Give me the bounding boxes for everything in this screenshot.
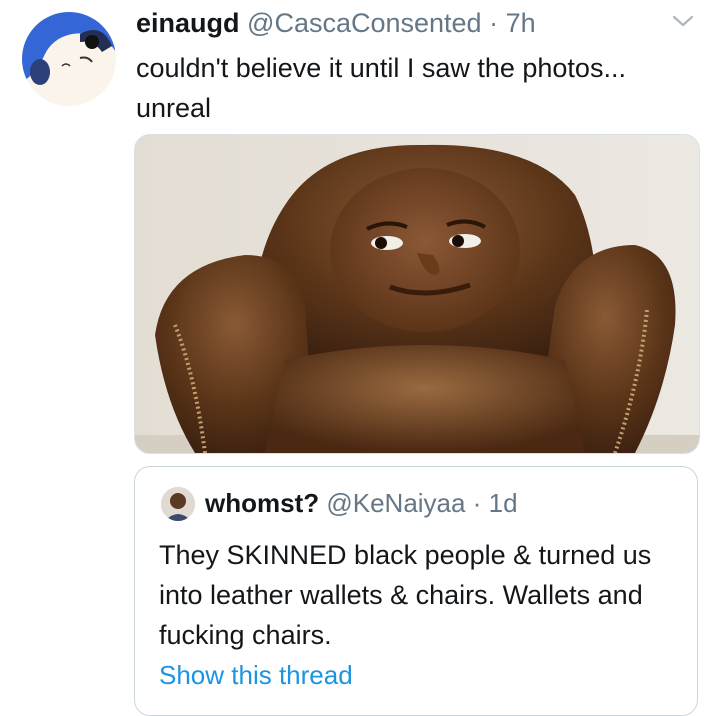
separator-dot: · bbox=[489, 8, 499, 38]
quoted-tweet-text: They SKINNED black people & turned us in… bbox=[159, 540, 652, 650]
user-handle[interactable]: @CascaConsented bbox=[247, 8, 482, 38]
quoted-tweet-card[interactable]: whomst? @KeNaiyaa · 1d They SKINNED blac… bbox=[134, 466, 698, 716]
separator-dot: · bbox=[472, 488, 482, 518]
quoted-display-name[interactable]: whomst? bbox=[205, 488, 319, 518]
tweet-header: einaugd @CascaConsented · 7h bbox=[136, 4, 700, 42]
quoted-handle[interactable]: @KeNaiyaa bbox=[326, 488, 465, 518]
display-name[interactable]: einaugd bbox=[136, 8, 240, 38]
leather-armchair-photo bbox=[135, 135, 699, 453]
chevron-down-icon[interactable] bbox=[670, 10, 696, 32]
quoted-timestamp[interactable]: 1d bbox=[489, 488, 518, 518]
profile-photo-icon bbox=[161, 487, 195, 521]
quoted-avatar[interactable] bbox=[161, 487, 195, 521]
show-thread-link[interactable]: Show this thread bbox=[159, 657, 353, 693]
cartoon-character-avatar-icon bbox=[22, 12, 116, 106]
avatar[interactable] bbox=[22, 12, 116, 106]
timestamp[interactable]: 7h bbox=[506, 8, 536, 38]
quoted-header: whomst? @KeNaiyaa · 1d bbox=[205, 483, 518, 523]
tweet-text: couldn't believe it until I saw the phot… bbox=[136, 53, 626, 123]
tweet-media-image[interactable] bbox=[134, 134, 700, 454]
